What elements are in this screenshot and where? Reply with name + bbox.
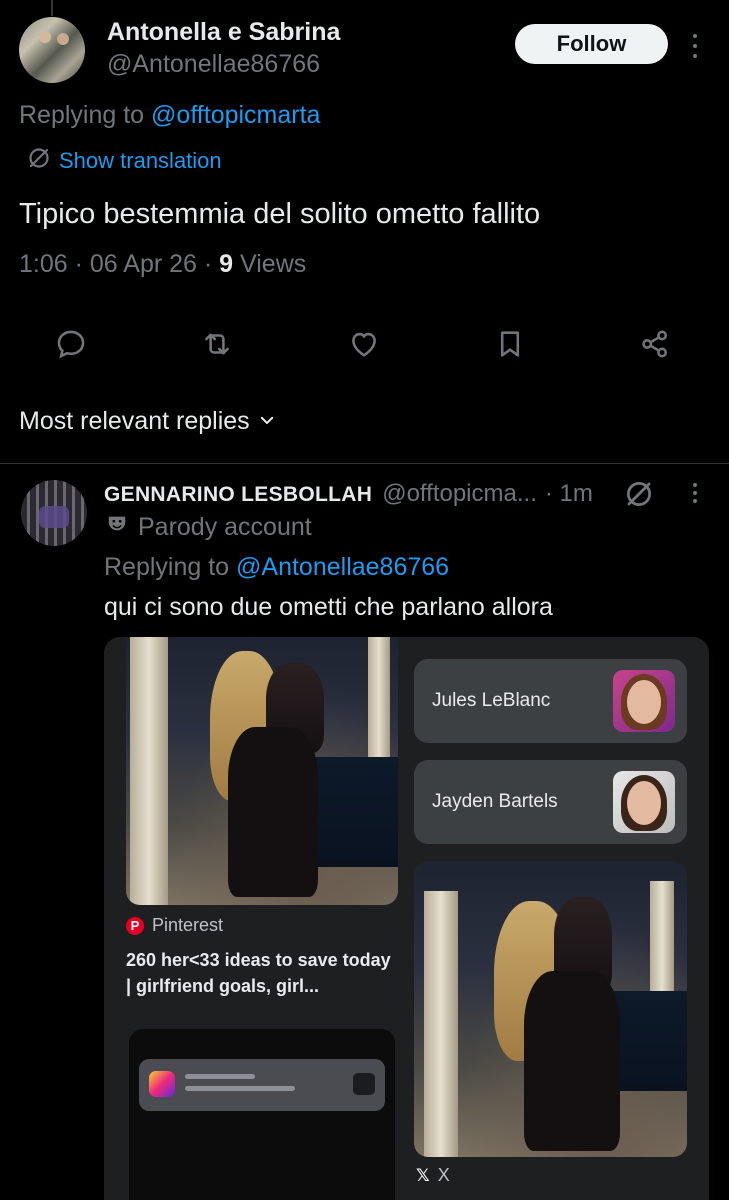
replying-prefix: Replying to [19, 101, 145, 129]
chip-thumbnail [613, 670, 675, 732]
tweet-date[interactable]: 06 Apr 26 [90, 250, 197, 278]
pinterest-icon: P [126, 916, 144, 935]
chevron-down-icon [258, 407, 276, 436]
reply-author-name[interactable]: GENNARINO LESBOLLAH [104, 483, 372, 507]
reply-more-options-icon[interactable] [690, 483, 700, 503]
author-name[interactable]: Antonella e Sabrina [107, 18, 340, 47]
x-source-name: X [437, 1165, 450, 1185]
reply-author-avatar[interactable] [21, 480, 87, 546]
author-handle[interactable]: @Antonellae86766 [107, 50, 320, 79]
reply-icon[interactable] [53, 326, 89, 362]
replying-to-mention[interactable]: @Antonellae86766 [236, 553, 449, 581]
chip-label: Jules LeBlanc [432, 690, 551, 711]
reply-author-handle[interactable]: @offtopicma... [382, 480, 537, 508]
x-source[interactable]: 𝕏 X [416, 1165, 450, 1186]
result-photo[interactable] [129, 1029, 395, 1200]
follow-button[interactable]: Follow [515, 24, 668, 64]
replying-prefix: Replying to [104, 553, 230, 581]
result-title[interactable]: 260 her<33 ideas to save today | girlfri… [126, 947, 396, 999]
retweet-icon[interactable] [199, 326, 235, 362]
share-icon[interactable] [637, 326, 673, 362]
chip-label: Jayden Bartels [432, 791, 558, 812]
translate-icon [27, 146, 51, 175]
reply-replying-to-line: Replying to @Antonellae86766 [104, 553, 449, 582]
notification-preview [139, 1059, 385, 1111]
replies-sort-dropdown[interactable]: Most relevant replies [19, 407, 276, 436]
show-translation-link[interactable]: Show translation [27, 146, 222, 175]
instagram-icon [149, 1071, 175, 1097]
meta-separator: · [74, 250, 83, 278]
suggestion-chip[interactable]: Jules LeBlanc [414, 659, 687, 743]
result-photo[interactable] [414, 861, 687, 1157]
views-label[interactable]: Views [240, 250, 306, 278]
tweet-text: Tipico bestemmia del solito ometto falli… [19, 198, 541, 230]
result-photo[interactable] [126, 637, 398, 905]
more-options-icon[interactable] [690, 34, 700, 58]
chip-thumbnail [613, 771, 675, 833]
x-logo-icon: 𝕏 [416, 1165, 430, 1186]
attached-image-card[interactable]: P Pinterest 260 her<33 ideas to save tod… [104, 637, 709, 1200]
tweet-meta: 1:06 · 06 Apr 26 · 9 Views [19, 250, 306, 279]
author-avatar[interactable] [19, 17, 85, 83]
bookmark-icon[interactable] [492, 326, 528, 362]
reply-header: GENNARINO LESBOLLAH @offtopicma... · 1m [104, 480, 593, 508]
reply-time[interactable]: · 1m [545, 480, 593, 508]
like-icon[interactable] [346, 326, 382, 362]
pinterest-source[interactable]: P Pinterest [126, 915, 223, 936]
thread-line [51, 0, 53, 16]
pinterest-source-name: Pinterest [152, 915, 224, 935]
reply-text: qui ci sono due ometti che parlano allor… [104, 593, 553, 621]
parody-badge: Parody account [106, 513, 312, 542]
replies-sort-label[interactable]: Most relevant replies [19, 407, 250, 436]
replying-to-mention[interactable]: @offtopicmarta [151, 101, 320, 129]
divider [0, 463, 729, 464]
theater-masks-icon [106, 513, 128, 542]
meta-separator: · [203, 250, 213, 278]
grok-icon[interactable] [624, 479, 654, 514]
views-count[interactable]: 9 [219, 250, 233, 278]
show-translation-label[interactable]: Show translation [59, 148, 222, 174]
replying-to-line: Replying to @offtopicmarta [19, 101, 320, 130]
suggestion-chip[interactable]: Jayden Bartels [414, 760, 687, 844]
tweet-time[interactable]: 1:06 [19, 250, 68, 278]
parody-label: Parody account [138, 513, 312, 541]
